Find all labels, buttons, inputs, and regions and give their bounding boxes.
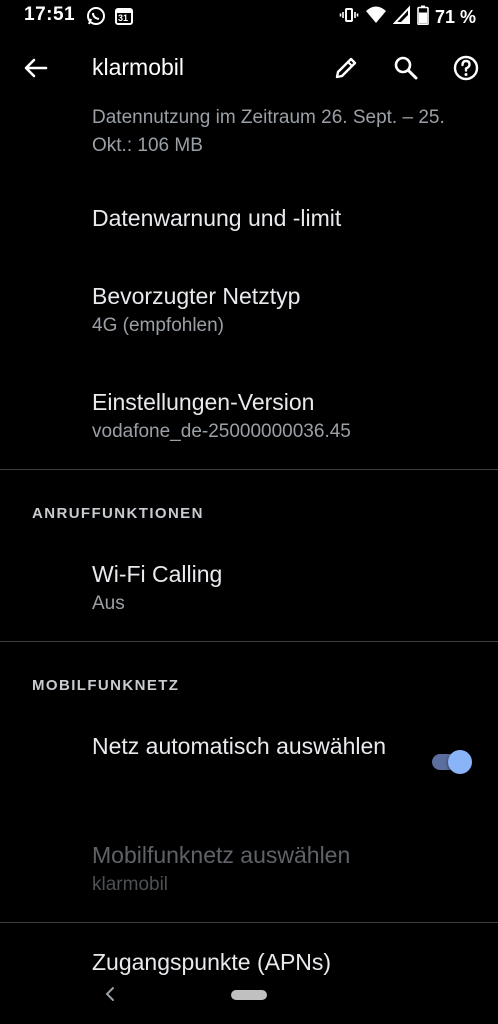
- status-right-icons: 71 %: [339, 5, 476, 29]
- pref-summary: 4G (empfohlen): [92, 315, 225, 336]
- pref-auto-select-network[interactable]: Netz automatisch auswählen: [92, 730, 388, 762]
- chevron-left-icon: [105, 987, 114, 1001]
- pref-choose-network: Mobilfunknetz auswählen klarmobil: [92, 839, 474, 899]
- search-icon: [394, 56, 418, 80]
- edit-icon: [335, 57, 357, 79]
- calendar-day: 31: [118, 13, 129, 23]
- page-title: klarmobil: [92, 54, 185, 80]
- divider: [0, 641, 498, 642]
- pref-summary: Aus: [92, 593, 125, 614]
- status-bar: 17:51 31 71 %: [0, 0, 498, 34]
- pref-summary: vodafone_de-25000000036.45: [92, 421, 351, 442]
- battery-icon: [417, 5, 429, 29]
- toggle-thumb: [448, 750, 472, 774]
- pref-title: Datenwarnung und -limit: [92, 205, 342, 231]
- search-button[interactable]: [390, 52, 422, 84]
- pref-title: Bevorzugter Netztyp: [92, 283, 301, 309]
- auto-select-toggle[interactable]: [430, 744, 472, 780]
- vibrate-icon: [339, 5, 359, 29]
- pref-wifi-calling[interactable]: Wi-Fi Calling Aus: [92, 558, 474, 618]
- pref-title: Netz automatisch auswählen: [92, 733, 387, 759]
- arrow-back-icon: [24, 58, 48, 78]
- section-header-mobile: MOBILFUNKNETZ: [32, 677, 180, 694]
- divider: [0, 469, 498, 470]
- help-icon: [453, 55, 479, 81]
- signal-icon: [392, 5, 411, 29]
- pref-title: Einstellungen-Version: [92, 389, 315, 415]
- navigation-bar: [0, 972, 498, 1024]
- data-usage-summary: Datennutzung im Zeitraum 26. Sept. – 25.…: [92, 104, 474, 160]
- pref-title: Mobilfunknetz auswählen: [92, 842, 351, 868]
- wifi-icon: [365, 5, 387, 29]
- back-button[interactable]: [20, 52, 52, 84]
- section-header-calls: ANRUFFUNKTIONEN: [32, 505, 204, 522]
- battery-percent: 71 %: [434, 6, 476, 27]
- data-usage-text: Datennutzung im Zeitraum 26. Sept. – 25.…: [92, 107, 445, 156]
- calendar-icon: 31: [114, 6, 134, 26]
- whatsapp-icon: [86, 6, 106, 30]
- pref-settings-version[interactable]: Einstellungen-Version vodafone_de-250000…: [92, 386, 474, 446]
- edit-button[interactable]: [330, 52, 362, 84]
- divider: [0, 922, 498, 923]
- pref-summary: klarmobil: [92, 874, 169, 895]
- nav-back-button[interactable]: [100, 982, 120, 1006]
- pref-network-type[interactable]: Bevorzugter Netztyp 4G (empfohlen): [92, 280, 474, 340]
- app-bar: klarmobil: [0, 40, 498, 96]
- status-time: 17:51: [24, 4, 76, 25]
- status-left-icons: 31: [86, 6, 134, 30]
- home-pill[interactable]: [231, 990, 267, 1000]
- pref-title: Wi-Fi Calling: [92, 561, 223, 587]
- help-button[interactable]: [450, 52, 482, 84]
- pref-data-warning[interactable]: Datenwarnung und -limit: [92, 202, 474, 234]
